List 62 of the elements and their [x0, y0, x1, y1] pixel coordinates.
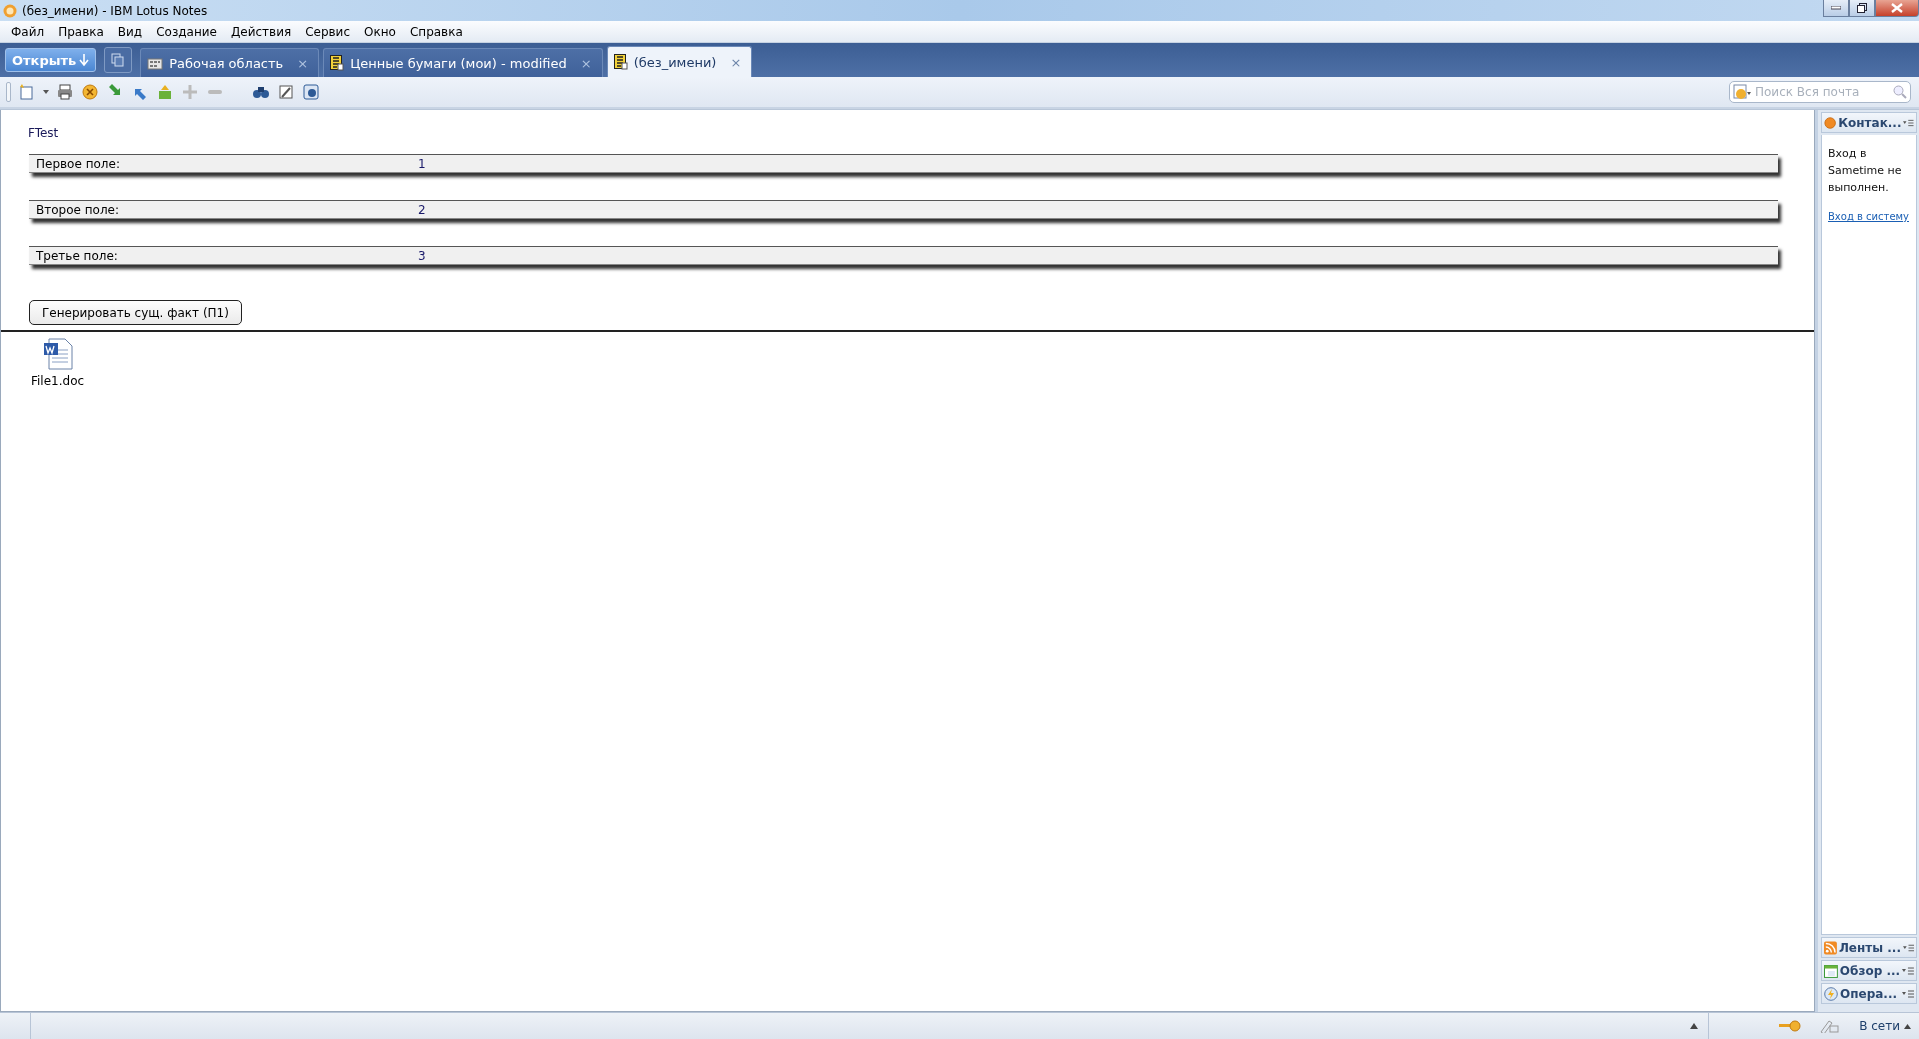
toolbar-grip[interactable]: [6, 82, 11, 102]
menu-item[interactable]: Справка: [402, 24, 470, 39]
login-message: Вход в Sametime не выполнен.: [1828, 147, 1902, 194]
online-status[interactable]: В сети: [1859, 1019, 1919, 1033]
app-icon: [3, 3, 17, 18]
menu-item[interactable]: Вид: [110, 24, 150, 39]
search-field[interactable]: Поиск Вся почта: [1753, 84, 1877, 100]
panel-header[interactable]: Ленты ...: [1821, 937, 1917, 958]
close-button[interactable]: [1875, 0, 1919, 17]
rss-icon: [1824, 940, 1837, 955]
attachment-name[interactable]: File1.doc: [31, 374, 85, 388]
field-label: Третье поле:: [35, 248, 119, 263]
caret-up-icon[interactable]: [1690, 1023, 1699, 1029]
caret-up-icon[interactable]: [1904, 1023, 1911, 1029]
key-icon[interactable]: [1779, 1019, 1802, 1033]
generate-button[interactable]: Генерировать сущ. факт (П1): [29, 300, 242, 325]
menu-item[interactable]: Сервис: [298, 24, 358, 39]
window-switch-icon[interactable]: [104, 47, 133, 73]
login-link[interactable]: Вход в систему: [1828, 210, 1909, 224]
status-circle-icon: [1824, 115, 1837, 130]
menu-item[interactable]: Действия: [223, 24, 299, 39]
panel-header[interactable]: Опера...: [1821, 983, 1917, 1004]
form-title: FTest: [28, 126, 60, 140]
dropdown-icon[interactable]: [43, 90, 49, 94]
arrow-down-icon: [79, 53, 90, 67]
contacts-panel-header[interactable]: Контак...: [1821, 112, 1917, 133]
menu-item[interactable]: Правка: [51, 24, 111, 39]
field-label: Первое поле:: [35, 156, 121, 171]
panel-menu-icon[interactable]: [1902, 989, 1914, 998]
menu-item[interactable]: Создание: [149, 24, 224, 39]
panel-menu-icon[interactable]: [1902, 966, 1914, 975]
search-bar[interactable]: Поиск Вся почта: [1729, 81, 1911, 103]
maximize-button[interactable]: [1849, 0, 1875, 17]
calendar-icon: [1824, 963, 1838, 978]
search-icon[interactable]: [1893, 85, 1907, 99]
new-document-icon[interactable]: [18, 83, 36, 101]
panel-menu-icon[interactable]: [1902, 943, 1914, 952]
tab[interactable]: (без_имени) ×: [606, 46, 753, 77]
panel-menu-icon[interactable]: [1903, 118, 1914, 127]
lightning-icon: [1824, 986, 1838, 1001]
menu-item[interactable]: Файл: [4, 24, 52, 39]
tab-close-button[interactable]: ×: [730, 54, 742, 70]
minimize-icon: [1831, 6, 1841, 10]
word-document-icon[interactable]: [42, 338, 73, 370]
panel-header[interactable]: Обзор ...: [1821, 960, 1917, 981]
restore-icon: [1857, 3, 1867, 13]
field-value: 2: [418, 202, 426, 217]
menu-item[interactable]: Окно: [357, 24, 403, 39]
print-icon[interactable]: [56, 83, 74, 101]
form-icon: [613, 54, 628, 70]
field-value: 3: [418, 248, 426, 263]
stop-icon[interactable]: [81, 83, 99, 101]
close-icon: [1891, 3, 1903, 13]
window-title: (без_имени) - IBM Lotus Notes: [22, 3, 208, 18]
pencil-icon[interactable]: [1819, 1019, 1842, 1033]
field-label: Второе поле:: [35, 202, 120, 217]
form-icon: [330, 55, 345, 71]
edit-icon[interactable]: [277, 83, 295, 101]
field-value: 1: [418, 156, 426, 171]
building-icon: [147, 56, 164, 70]
tab[interactable]: Ценные бумаги (мои) - modified ×: [323, 48, 603, 77]
tab[interactable]: Рабочая область ×: [140, 48, 320, 77]
